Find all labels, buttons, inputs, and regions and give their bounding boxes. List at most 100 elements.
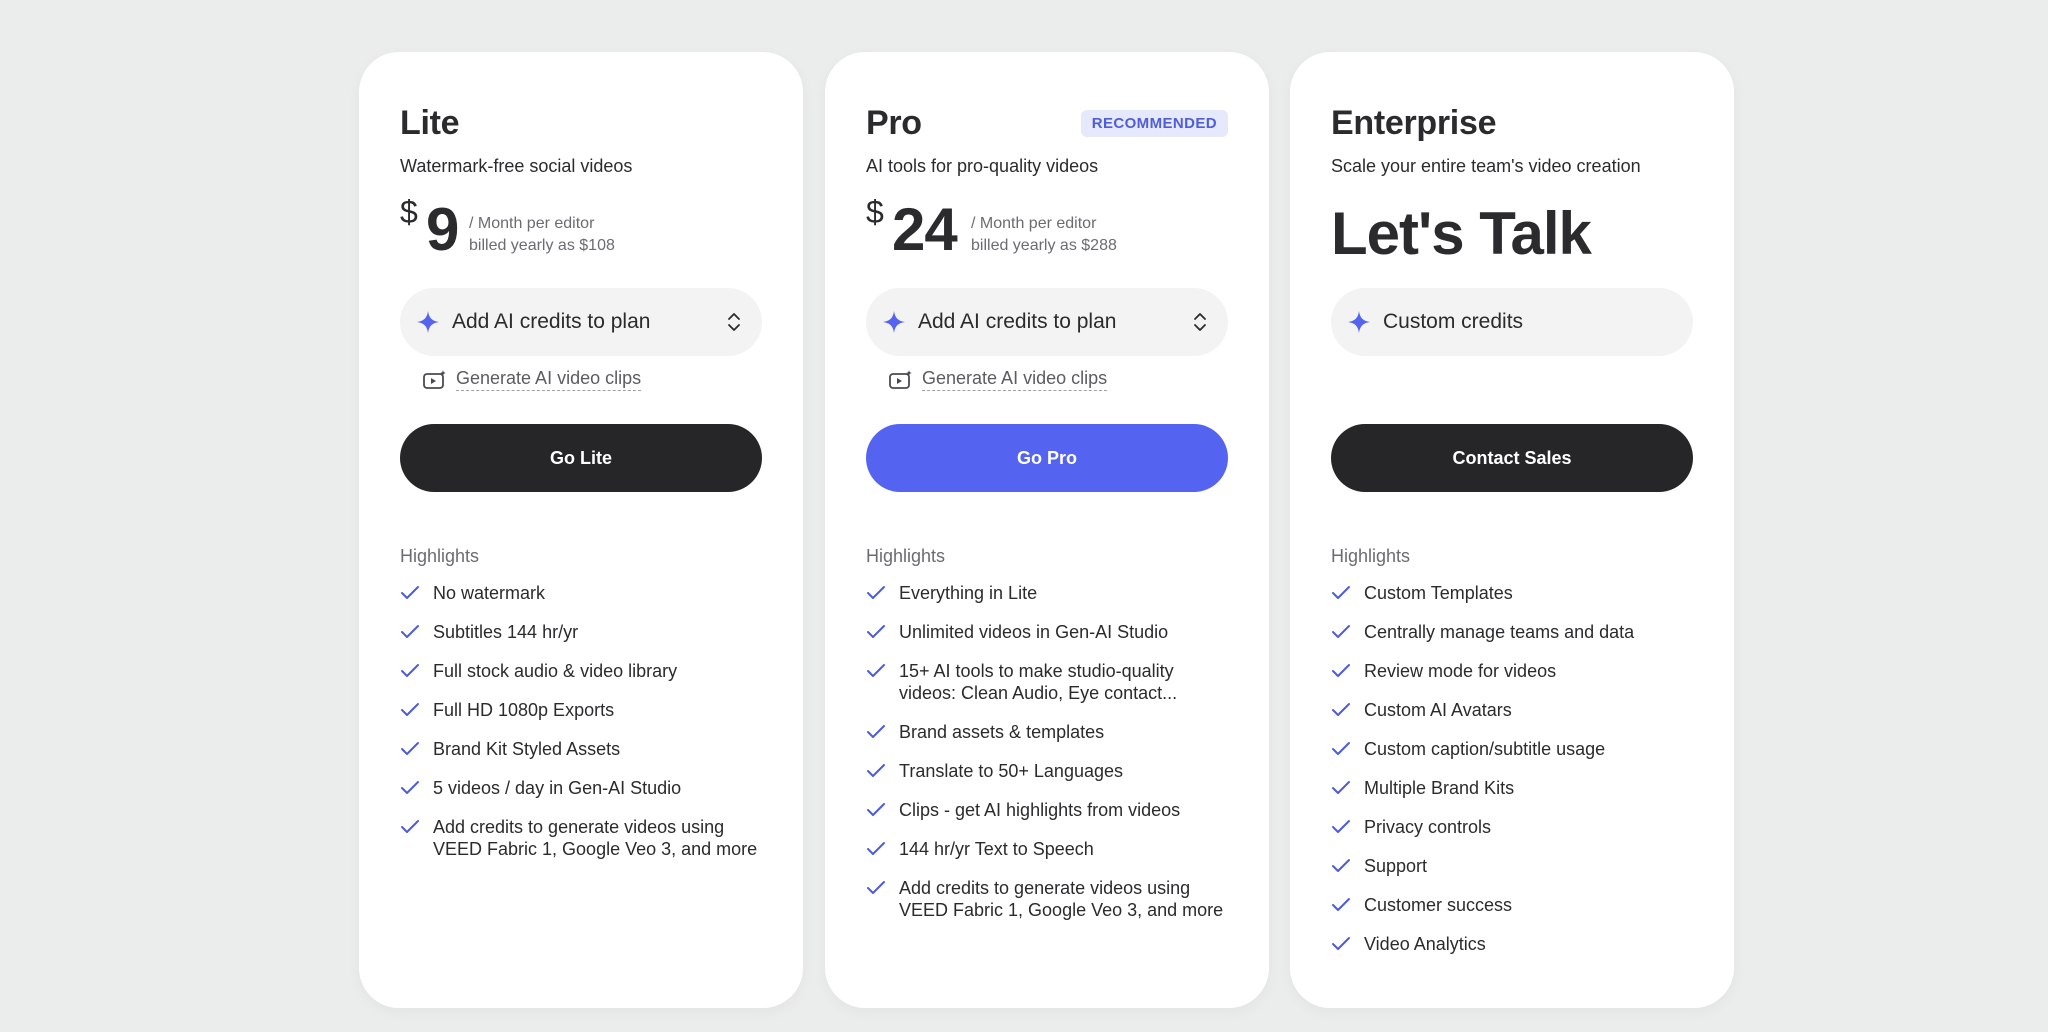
- check-icon: [401, 742, 419, 755]
- price-amount: 24: [892, 196, 958, 263]
- feature-item: Unlimited videos in Gen-AI Studio: [866, 621, 1228, 643]
- check-icon: [401, 625, 419, 638]
- check-icon: [1332, 898, 1350, 911]
- highlights-title: Highlights: [866, 546, 946, 566]
- feature-text: Custom Templates: [1364, 583, 1513, 603]
- feature-list: Custom Templates Centrally manage teams …: [1331, 582, 1693, 972]
- check-icon: [867, 842, 885, 855]
- custom-credits-label: Custom credits: [1383, 310, 1524, 333]
- check-icon: [401, 820, 419, 833]
- check-icon: [867, 586, 885, 599]
- generate-ai-clips-label: Generate AI video clips: [456, 368, 642, 391]
- feature-item: Everything in Lite: [866, 582, 1228, 604]
- plan-card-enterprise: Enterprise Scale your entire team's vide…: [1290, 52, 1734, 1008]
- chevron-up-down-icon: [728, 313, 740, 331]
- highlights-title: Highlights: [1331, 546, 1411, 566]
- price-lets-talk: Let's Talk: [1331, 200, 1592, 267]
- check-icon: [867, 625, 885, 638]
- check-icon: [1332, 703, 1350, 716]
- highlights-title: Highlights: [400, 546, 480, 566]
- feature-item: Brand assets & templates: [866, 721, 1228, 743]
- go-lite-button[interactable]: Go Lite: [400, 424, 762, 492]
- feature-text: Privacy controls: [1364, 817, 1492, 837]
- feature-item: Add credits to generate videos using VEE…: [400, 816, 762, 860]
- plan-name: Pro: [866, 104, 922, 142]
- plan-card-pro: Pro RECOMMENDED AI tools for pro-quality…: [825, 52, 1269, 1008]
- check-icon: [401, 664, 419, 677]
- feature-text: Everything in Lite: [899, 583, 1038, 603]
- feature-text: Custom AI Avatars: [1364, 700, 1512, 720]
- feature-text: Add credits to generate videos using VEE…: [433, 817, 758, 859]
- feature-text: Multiple Brand Kits: [1364, 778, 1515, 798]
- ai-credits-label: Add AI credits to plan: [452, 310, 651, 333]
- check-icon: [1332, 859, 1350, 872]
- feature-text: Video Analytics: [1364, 934, 1486, 954]
- price-period-line: / Month per editor: [469, 215, 595, 232]
- check-icon: [401, 703, 419, 716]
- feature-list: Everything in Lite Unlimited videos in G…: [866, 582, 1228, 938]
- video-sparkle-icon: [423, 369, 446, 389]
- feature-text: 15+ AI tools to make studio-quality vide…: [899, 661, 1178, 703]
- pricing-page: Lite Watermark-free social videos $ 9 / …: [0, 0, 2048, 1032]
- feature-item: Privacy controls: [1331, 816, 1693, 838]
- feature-text: Centrally manage teams and data: [1364, 622, 1635, 642]
- recommended-badge: RECOMMENDED: [1080, 110, 1228, 137]
- feature-text: Review mode for videos: [1364, 661, 1557, 681]
- billing-note: billed yearly as $288: [971, 237, 1117, 254]
- generate-ai-clips-link[interactable]: Generate AI video clips: [422, 368, 642, 391]
- feature-item: Custom AI Avatars: [1331, 699, 1693, 721]
- feature-item: No watermark: [400, 582, 762, 604]
- plan-price: $ 24 / Month per editor billed yearly as…: [866, 194, 1228, 266]
- feature-item: Custom Templates: [1331, 582, 1693, 604]
- feature-item: Clips - get AI highlights from videos: [866, 799, 1228, 821]
- check-icon: [867, 664, 885, 677]
- feature-item: 144 hr/yr Text to Speech: [866, 838, 1228, 860]
- feature-item: Review mode for videos: [1331, 660, 1693, 682]
- plan-price: $ 9 / Month per editor billed yearly as …: [400, 194, 762, 266]
- feature-item: Subtitles 144 hr/yr: [400, 621, 762, 643]
- plan-name: Enterprise: [1331, 104, 1497, 142]
- check-icon: [1332, 742, 1350, 755]
- currency-symbol: $: [400, 194, 418, 230]
- check-icon: [1332, 781, 1350, 794]
- plan-tagline: Watermark-free social videos: [400, 156, 633, 176]
- feature-item: Customer success: [1331, 894, 1693, 916]
- feature-text: Clips - get AI highlights from videos: [899, 800, 1181, 820]
- feature-item: Custom caption/subtitle usage: [1331, 738, 1693, 760]
- feature-item: Multiple Brand Kits: [1331, 777, 1693, 799]
- feature-text: 144 hr/yr Text to Speech: [899, 839, 1094, 859]
- feature-text: Full HD 1080p Exports: [433, 700, 615, 720]
- feature-text: Add credits to generate videos using VEE…: [899, 878, 1224, 920]
- check-icon: [1332, 820, 1350, 833]
- feature-text: Brand assets & templates: [899, 722, 1105, 742]
- feature-item: Add credits to generate videos using VEE…: [866, 877, 1228, 921]
- feature-text: Full stock audio & video library: [433, 661, 678, 681]
- feature-text: 5 videos / day in Gen-AI Studio: [433, 778, 682, 798]
- feature-text: Customer success: [1364, 895, 1513, 915]
- feature-text: Subtitles 144 hr/yr: [433, 622, 579, 642]
- price-period: / Month per editor billed yearly as $108: [469, 213, 615, 257]
- go-pro-button[interactable]: Go Pro: [866, 424, 1228, 492]
- ai-credits-label: Add AI credits to plan: [918, 310, 1117, 333]
- ai-credits-dropdown[interactable]: Add AI credits to plan: [866, 288, 1228, 356]
- ai-credits-dropdown[interactable]: Add AI credits to plan: [400, 288, 762, 356]
- plan-tagline: AI tools for pro-quality videos: [866, 156, 1099, 176]
- feature-text: Brand Kit Styled Assets: [433, 739, 621, 759]
- feature-item: Full HD 1080p Exports: [400, 699, 762, 721]
- feature-list: No watermark Subtitles 144 hr/yr Full st…: [400, 582, 762, 877]
- feature-item: Brand Kit Styled Assets: [400, 738, 762, 760]
- price-period: / Month per editor billed yearly as $288: [971, 213, 1117, 257]
- generate-ai-clips-link[interactable]: Generate AI video clips: [888, 368, 1108, 391]
- billing-note: billed yearly as $108: [469, 237, 615, 254]
- check-icon: [401, 781, 419, 794]
- contact-sales-button[interactable]: Contact Sales: [1331, 424, 1693, 492]
- custom-credits-field[interactable]: Custom credits: [1331, 288, 1693, 356]
- feature-text: Translate to 50+ Languages: [899, 761, 1123, 781]
- feature-item: 15+ AI tools to make studio-quality vide…: [866, 660, 1228, 704]
- feature-text: Support: [1364, 856, 1428, 876]
- feature-item: Full stock audio & video library: [400, 660, 762, 682]
- check-icon: [1332, 664, 1350, 677]
- feature-item: 5 videos / day in Gen-AI Studio: [400, 777, 762, 799]
- feature-item: Centrally manage teams and data: [1331, 621, 1693, 643]
- check-icon: [867, 764, 885, 777]
